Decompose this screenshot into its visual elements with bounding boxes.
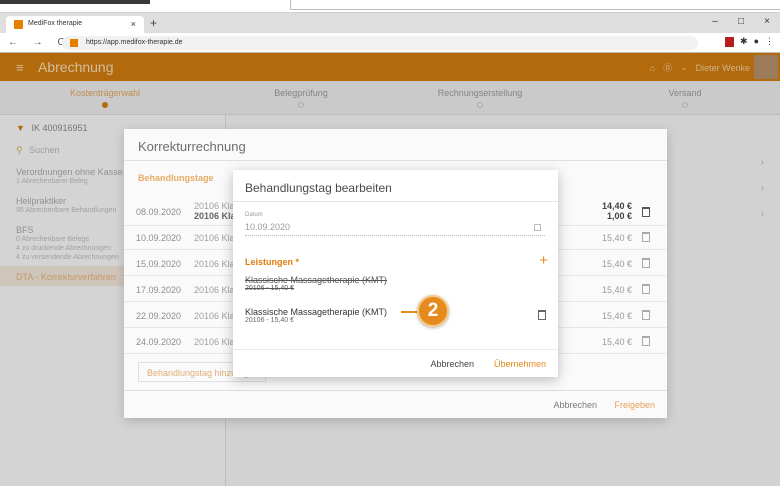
row-price: 14,40 €: [601, 201, 632, 211]
date-label: Datum: [245, 212, 263, 218]
address-field[interactable]: https://app.medifox-therapie.de: [62, 36, 698, 50]
profile-icon[interactable]: ●: [754, 36, 759, 47]
row-code: 20106 Kla: [194, 259, 235, 269]
trash-icon[interactable]: [642, 258, 650, 268]
add-service-icon[interactable]: +: [539, 252, 548, 269]
pdf-extension-icon[interactable]: [725, 37, 735, 47]
row-code: 20106 Kla: [194, 311, 235, 321]
row-date: 24.09.2020: [136, 337, 182, 347]
url-bar: ← → C https://app.medifox-therapie.de ✱ …: [0, 33, 780, 53]
row-date: 08.09.2020: [136, 207, 182, 217]
dialog-footer: Abbrechen Freigeben: [124, 390, 667, 418]
row-price: 15,40 €: [601, 311, 632, 321]
trash-icon[interactable]: [642, 284, 650, 294]
service-detail: 20106 - 15,40 €: [245, 317, 295, 324]
close-window-button[interactable]: ×: [754, 13, 780, 33]
service-item[interactable]: Klassische Massagetherapie (KMT) 20106 -…: [245, 307, 387, 324]
row-date: 17.09.2020: [136, 285, 182, 295]
tab-title: MediFox therapie: [28, 20, 83, 27]
row-code: 20106 Kla: [194, 201, 235, 211]
dialog-footer: Abbrechen Übernehmen: [233, 349, 558, 377]
extensions-puzzle-icon[interactable]: ✱: [740, 36, 748, 47]
row-price: 15,40 €: [601, 233, 632, 243]
browser-menu-icon[interactable]: ⋮: [765, 36, 774, 47]
row-code: 20106 Kla: [194, 233, 235, 243]
date-field[interactable]: 10.09.2020: [245, 222, 545, 236]
screen: MediFox therapie × + – □ × ← → C https:/…: [0, 0, 780, 486]
trash-icon[interactable]: [538, 310, 546, 320]
cancel-button[interactable]: Abbrechen: [430, 359, 474, 369]
trash-icon[interactable]: [642, 336, 650, 346]
calendar-icon[interactable]: [534, 224, 541, 231]
background-window-edge: [0, 0, 150, 4]
dialog-title: Behandlungstag bearbeiten: [233, 170, 558, 202]
row-date: 22.09.2020: [136, 311, 182, 321]
row-date: 10.09.2020: [136, 233, 182, 243]
browser-tab[interactable]: MediFox therapie ×: [6, 16, 144, 33]
row-price: 15,40 €: [601, 337, 632, 347]
window-controls: – □ ×: [702, 13, 780, 33]
site-favicon-icon: [70, 39, 78, 47]
background-window-edge: [290, 0, 780, 10]
row-code: 20106 Kla: [194, 285, 235, 295]
row-price: 1,00 €: [606, 211, 632, 221]
date-value: 10.09.2020: [245, 222, 291, 232]
new-tab-button[interactable]: +: [150, 16, 157, 30]
minimize-button[interactable]: –: [702, 13, 728, 33]
trash-icon[interactable]: [642, 232, 650, 242]
medifox-favicon-icon: [14, 20, 23, 29]
row-code: 20106 Kla: [194, 211, 236, 221]
release-button[interactable]: Freigeben: [614, 400, 655, 410]
trash-icon[interactable]: [642, 310, 650, 320]
service-name: Klassische Massagetherapie (KMT): [245, 307, 388, 317]
tab-close-icon[interactable]: ×: [131, 19, 136, 29]
dialog-title: Korrekturrechnung: [124, 129, 667, 161]
edit-treatment-day-dialog: Behandlungstag bearbeiten Datum 10.09.20…: [233, 170, 558, 377]
maximize-button[interactable]: □: [728, 13, 754, 33]
row-price: 15,40 €: [601, 259, 632, 269]
row-price: 15,40 €: [601, 285, 632, 295]
trash-icon[interactable]: [642, 207, 650, 217]
tab-bar: MediFox therapie × + – □ ×: [0, 13, 780, 33]
confirm-button[interactable]: Übernehmen: [494, 359, 546, 369]
service-detail: 20106 - 15,40 €: [245, 285, 295, 292]
extensions: ✱ ● ⋮: [725, 36, 774, 47]
service-item-removed: Klassische Massagetherapie (KMT) 20106 -…: [245, 275, 387, 292]
services-label: Leistungen *: [245, 257, 300, 267]
cancel-button[interactable]: Abbrechen: [553, 400, 597, 410]
step-callout-badge: 2: [417, 295, 449, 327]
row-date: 15.09.2020: [136, 259, 182, 269]
service-name: Klassische Massagetherapie (KMT): [245, 275, 388, 285]
url-text: https://app.medifox-therapie.de: [86, 39, 183, 46]
row-code: 20106 Kla: [194, 337, 235, 347]
